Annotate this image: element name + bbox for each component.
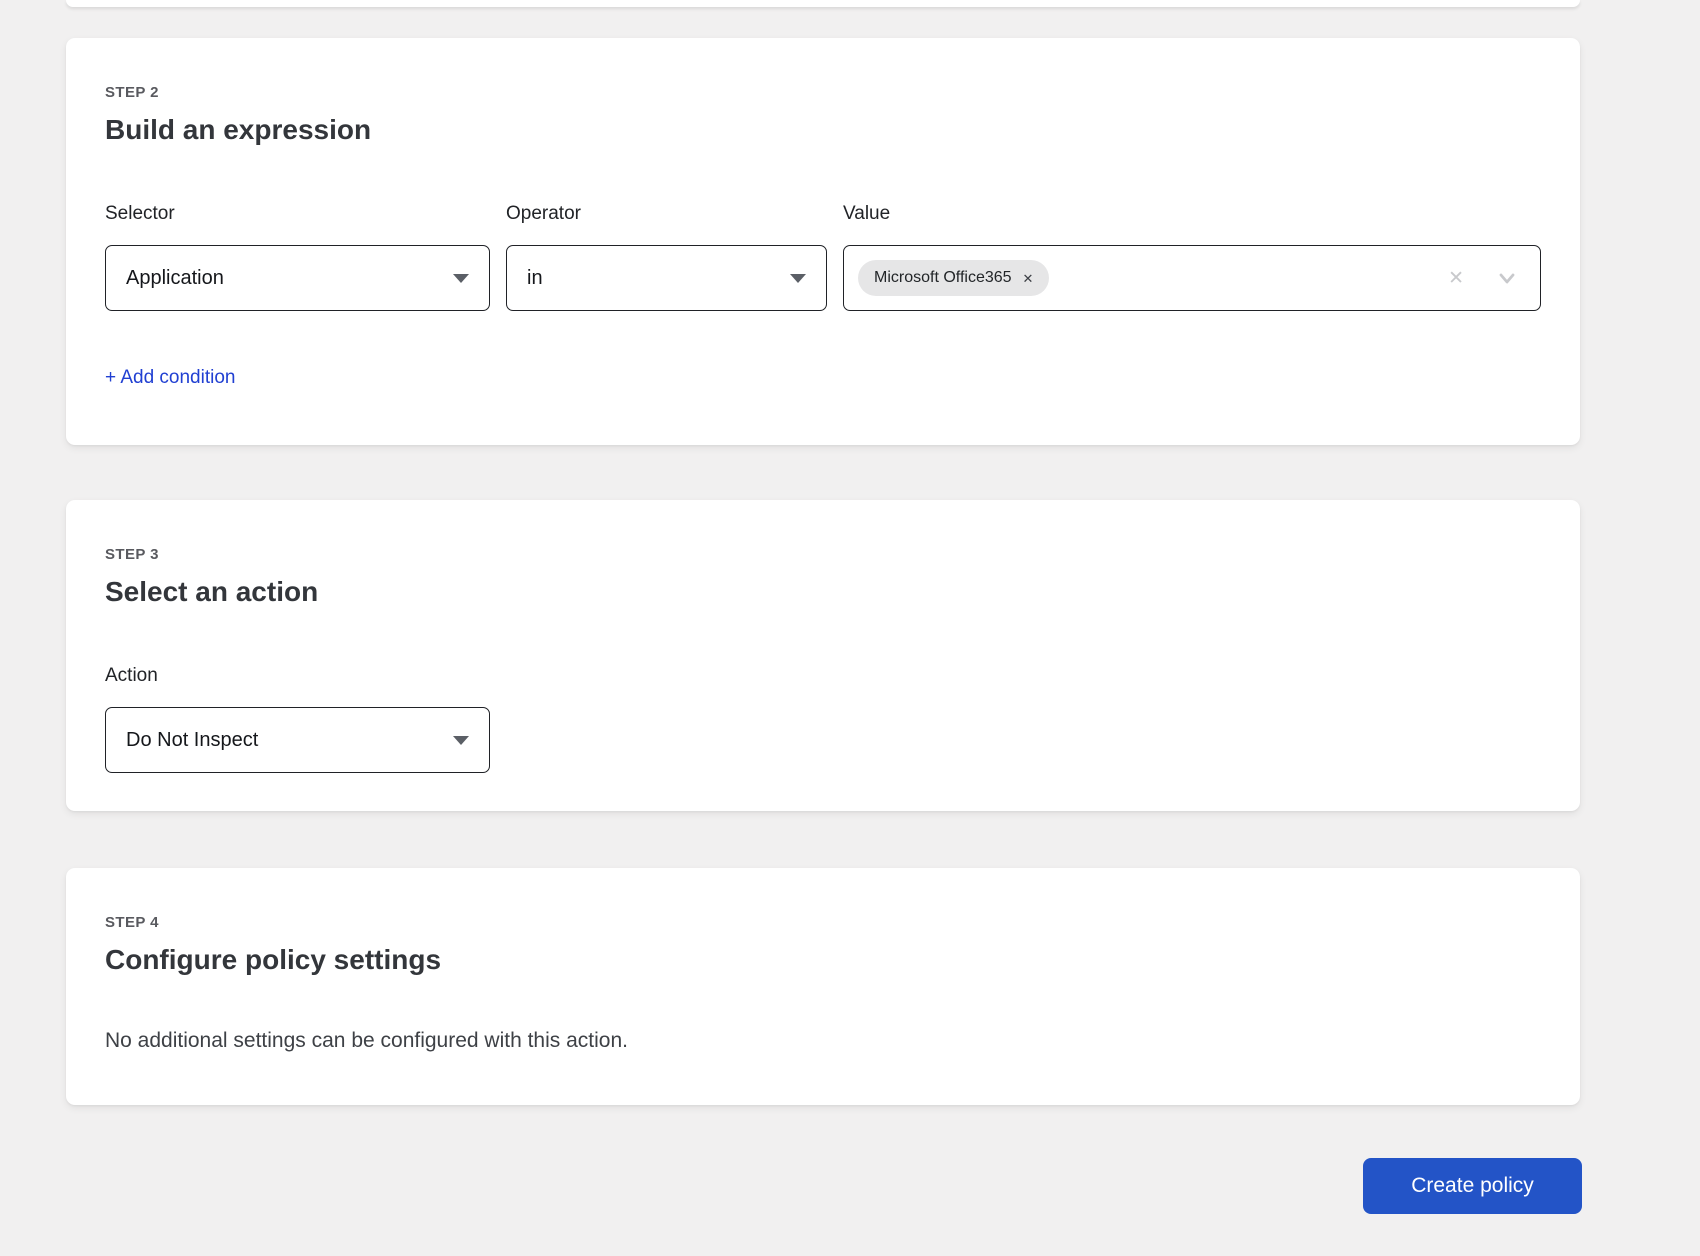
value-label: Value bbox=[843, 203, 1541, 225]
step-2-card: STEP 2 Build an expression Selector Appl… bbox=[66, 38, 1580, 445]
action-dropdown-value: Do Not Inspect bbox=[126, 729, 258, 752]
selector-field: Selector Application bbox=[105, 203, 490, 311]
step-2-label: STEP 2 bbox=[105, 84, 1541, 101]
selector-dropdown-value: Application bbox=[126, 267, 224, 290]
create-policy-button[interactable]: Create policy bbox=[1363, 1158, 1582, 1214]
step-4-label: STEP 4 bbox=[105, 914, 1541, 931]
step-2-title: Build an expression bbox=[105, 113, 1541, 147]
selector-label: Selector bbox=[105, 203, 490, 225]
action-label: Action bbox=[105, 665, 490, 687]
operator-dropdown-value: in bbox=[527, 267, 543, 290]
selected-value-tag-text: Microsoft Office365 bbox=[874, 269, 1012, 287]
action-field: Action Do Not Inspect bbox=[105, 665, 490, 773]
chevron-down-icon bbox=[453, 274, 469, 283]
selected-value-tag: Microsoft Office365 ✕ bbox=[858, 260, 1049, 296]
selector-dropdown[interactable]: Application bbox=[105, 245, 490, 311]
operator-field: Operator in bbox=[506, 203, 827, 311]
remove-tag-icon[interactable]: ✕ bbox=[1023, 272, 1034, 285]
action-dropdown[interactable]: Do Not Inspect bbox=[105, 707, 490, 773]
operator-dropdown[interactable]: in bbox=[506, 245, 827, 311]
chevron-down-icon bbox=[453, 736, 469, 745]
no-settings-note: No additional settings can be configured… bbox=[105, 1029, 1541, 1053]
expression-fields-row: Selector Application Operator in Value M… bbox=[105, 203, 1541, 311]
step-3-title: Select an action bbox=[105, 575, 1541, 609]
value-multiselect[interactable]: Microsoft Office365 ✕ ✕ bbox=[843, 245, 1541, 311]
value-field: Value Microsoft Office365 ✕ ✕ bbox=[843, 203, 1541, 311]
step-4-title: Configure policy settings bbox=[105, 943, 1541, 977]
add-condition-link[interactable]: + Add condition bbox=[105, 367, 235, 389]
multiselect-right-icons: ✕ bbox=[1448, 267, 1518, 289]
action-fields-row: Action Do Not Inspect bbox=[105, 665, 1541, 773]
chevron-down-icon bbox=[790, 274, 806, 283]
clear-selection-icon[interactable]: ✕ bbox=[1448, 269, 1464, 288]
previous-card-bottom-edge bbox=[66, 0, 1580, 7]
step-3-card: STEP 3 Select an action Action Do Not In… bbox=[66, 500, 1580, 811]
step-4-card: STEP 4 Configure policy settings No addi… bbox=[66, 868, 1580, 1105]
chevron-down-icon[interactable] bbox=[1496, 267, 1518, 289]
step-3-label: STEP 3 bbox=[105, 546, 1541, 563]
operator-label: Operator bbox=[506, 203, 827, 225]
